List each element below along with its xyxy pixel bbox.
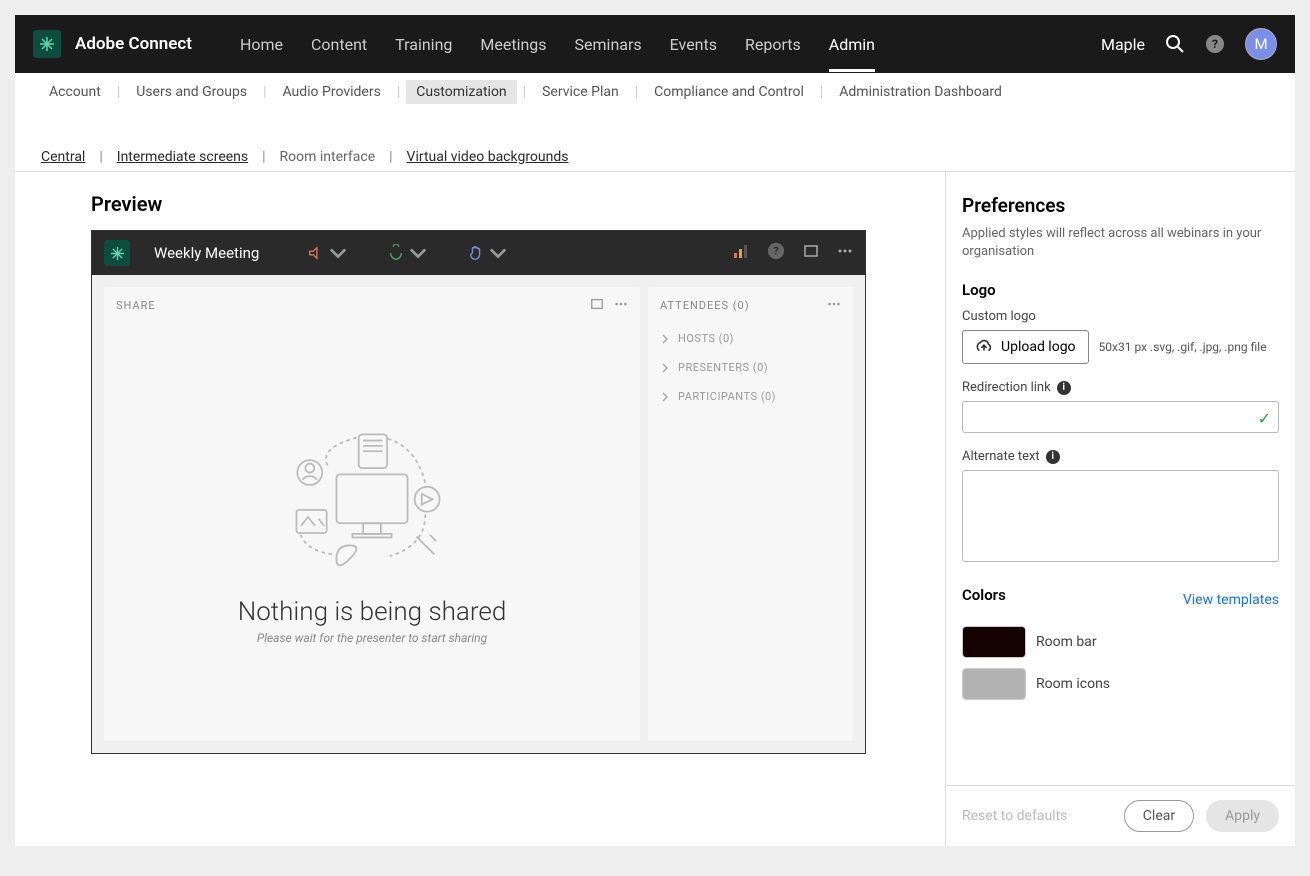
clear-button[interactable]: Clear — [1124, 800, 1194, 832]
room-logo — [104, 240, 130, 266]
subnav-item[interactable]: Audio Providers — [272, 80, 390, 104]
maximize-icon[interactable] — [590, 297, 604, 314]
view-templates-link[interactable]: View templates — [1183, 592, 1279, 608]
attendees-pod-title: ATTENDEES (0) — [660, 299, 750, 312]
main-nav: Home Content Training Meetings Seminars Event… — [240, 17, 1101, 72]
user-name[interactable]: Maple — [1101, 35, 1145, 54]
preview-box: Weekly Meeting ? SHARE — [91, 230, 866, 754]
nav-reports[interactable]: Reports — [745, 17, 801, 72]
subnav-item[interactable]: Account — [39, 80, 111, 104]
app-logo — [33, 30, 61, 58]
nav-seminars[interactable]: Seminars — [575, 17, 642, 72]
share-pod: SHARE — [104, 287, 640, 741]
nav-events[interactable]: Events — [670, 17, 717, 72]
attendee-group[interactable]: PRESENTERS (0) — [648, 353, 853, 382]
subnav-item[interactable]: Administration Dashboard — [829, 80, 1012, 104]
room-bar: Weekly Meeting ? — [92, 231, 865, 275]
preview-heading: Preview — [91, 192, 945, 216]
empty-share-title: Nothing is being shared — [238, 597, 507, 627]
nav-home[interactable]: Home — [240, 17, 283, 72]
colors-heading: Colors — [962, 586, 1006, 604]
attendee-group[interactable]: PARTICIPANTS (0) — [648, 382, 853, 411]
color-label: Room icons — [1036, 676, 1110, 692]
info-icon[interactable]: i — [1057, 381, 1071, 395]
fullscreen-icon[interactable] — [803, 243, 819, 263]
tab-item[interactable]: Virtual video backgrounds — [405, 149, 571, 165]
color-label: Room bar — [1036, 634, 1097, 650]
share-pod-title: SHARE — [116, 299, 156, 312]
hand-icon[interactable] — [455, 244, 519, 262]
nav-admin[interactable]: Admin — [829, 17, 875, 72]
top-bar: Adobe Connect Home Content Training Meeting… — [15, 15, 1295, 73]
tab-item[interactable]: Intermediate screens — [115, 149, 250, 165]
empty-share-subtitle: Please wait for the presenter to start s… — [257, 631, 487, 645]
avatar[interactable]: M — [1245, 28, 1277, 60]
tab-item[interactable]: Central — [39, 149, 87, 165]
brand-name: Adobe Connect — [75, 34, 192, 54]
preferences-panel: Preferences Applied styles will reflect … — [945, 172, 1295, 846]
subnav-item[interactable]: Users and Groups — [126, 80, 257, 104]
room-title: Weekly Meeting — [154, 244, 259, 262]
svg-text:?: ? — [773, 245, 778, 258]
upload-icon — [975, 338, 993, 356]
tab-bar: Central|Intermediate screens|Room interf… — [15, 111, 1295, 165]
nav-content[interactable]: Content — [311, 17, 367, 72]
nav-meetings[interactable]: Meetings — [480, 17, 546, 72]
color-swatch[interactable] — [962, 668, 1026, 700]
more-icon[interactable] — [827, 297, 841, 314]
more-icon[interactable] — [614, 297, 628, 314]
color-swatch[interactable] — [962, 626, 1026, 658]
help-icon[interactable]: ? — [767, 242, 785, 264]
alt-text-label: Alternate text — [962, 449, 1040, 464]
subnav-item[interactable]: Compliance and Control — [644, 80, 814, 104]
svg-text:?: ? — [1212, 37, 1218, 51]
alt-text-input[interactable] — [962, 470, 1279, 562]
redirect-input[interactable] — [962, 401, 1279, 433]
speaker-icon[interactable] — [295, 244, 359, 262]
redirect-label: Redirection link — [962, 380, 1051, 395]
help-icon[interactable]: ? — [1205, 34, 1225, 54]
tab-item[interactable]: Room interface — [278, 149, 378, 165]
preferences-title: Preferences — [962, 194, 1279, 217]
custom-logo-label: Custom logo — [962, 309, 1279, 324]
upload-logo-button[interactable]: Upload logo — [962, 330, 1089, 364]
sub-nav: Account|Users and Groups|Audio Providers… — [15, 73, 1295, 111]
apply-button[interactable]: Apply — [1206, 800, 1279, 832]
color-row[interactable]: Room icons — [962, 668, 1279, 700]
preferences-desc: Applied styles will reflect across all w… — [962, 225, 1279, 261]
subnav-item[interactable]: Service Plan — [532, 80, 629, 104]
share-illustration — [282, 421, 462, 581]
nav-training[interactable]: Training — [395, 17, 452, 72]
reset-defaults[interactable]: Reset to defaults — [962, 808, 1112, 824]
upload-hint: 50x31 px .svg, .gif, .jpg, .png file — [1099, 340, 1267, 354]
info-icon[interactable]: i — [1046, 450, 1060, 464]
signal-icon — [733, 243, 749, 263]
more-icon[interactable] — [837, 243, 853, 263]
search-icon[interactable] — [1165, 34, 1185, 54]
color-row[interactable]: Room bar — [962, 626, 1279, 658]
logo-heading: Logo — [962, 281, 1279, 299]
subnav-item[interactable]: Customization — [406, 80, 516, 104]
attendees-pod: ATTENDEES (0) HOSTS (0)PRESENTERS (0)PAR… — [648, 287, 853, 741]
check-icon: ✓ — [1258, 409, 1271, 428]
attendee-group[interactable]: HOSTS (0) — [648, 324, 853, 353]
mic-icon[interactable] — [375, 244, 439, 262]
